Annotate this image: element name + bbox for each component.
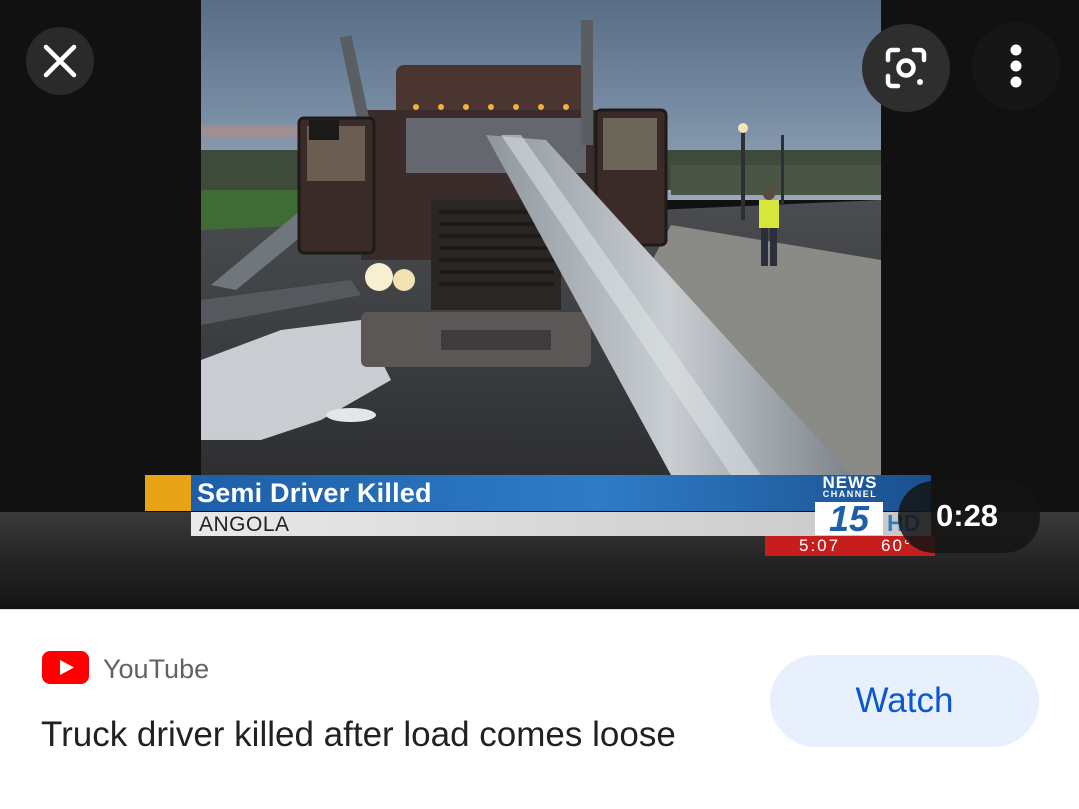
close-button[interactable] bbox=[26, 27, 94, 95]
news-logo-number: 15 bbox=[815, 501, 883, 537]
youtube-icon bbox=[42, 651, 89, 684]
lens-search-button[interactable] bbox=[862, 24, 950, 112]
broadcast-time: 5:07 bbox=[799, 536, 841, 555]
card-divider bbox=[0, 609, 1079, 610]
google-lens-icon bbox=[885, 47, 927, 89]
close-icon bbox=[43, 44, 77, 78]
lower-third-accent-tab bbox=[145, 475, 191, 511]
video-thumbnail[interactable] bbox=[201, 0, 881, 475]
thumbnail-scene bbox=[201, 0, 881, 475]
result-title[interactable]: Truck driver killed after load comes loo… bbox=[41, 710, 741, 760]
more-vertical-icon bbox=[1010, 44, 1022, 88]
source-name[interactable]: YouTube bbox=[103, 651, 209, 687]
media-viewer: Semi Driver Killed ANGOLA NEWS CHANNEL 1… bbox=[0, 0, 1079, 609]
video-duration: 0:28 bbox=[936, 498, 999, 533]
more-options-button[interactable] bbox=[972, 22, 1060, 110]
news-lower-third: Semi Driver Killed ANGOLA NEWS CHANNEL 1… bbox=[145, 474, 945, 565]
broadcast-headline: Semi Driver Killed bbox=[197, 478, 432, 508]
broadcast-location: ANGOLA bbox=[199, 513, 290, 536]
watch-button[interactable]: Watch bbox=[770, 655, 1039, 747]
